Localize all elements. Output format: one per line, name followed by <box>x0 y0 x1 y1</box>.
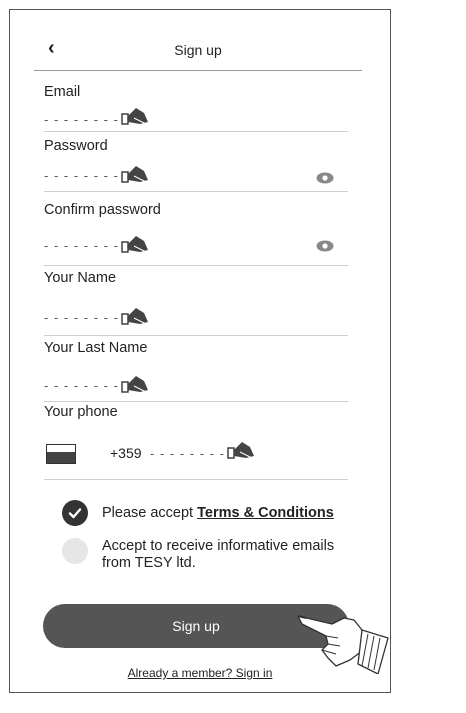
password-input[interactable]: - - - - - - - - <box>44 168 119 183</box>
pointing-hand-icon <box>297 615 389 674</box>
show-password-eye-icon[interactable] <box>316 172 334 184</box>
phone-field[interactable]: +359 - - - - - - - - <box>44 430 348 480</box>
header: ‹ Sign up <box>34 10 362 71</box>
emails-consent-text: Accept to receive informative emails fro… <box>102 538 334 572</box>
last-name-label: Your Last Name <box>44 340 148 356</box>
writing-hand-icon <box>121 376 148 393</box>
first-name-field[interactable]: Your Name - - - - - - - - <box>44 266 348 336</box>
last-name-input[interactable]: - - - - - - - - <box>44 378 119 393</box>
phone-input[interactable]: - - - - - - - - <box>150 446 225 461</box>
checkmark-icon <box>68 508 82 519</box>
terms-text: Please accept Terms & Conditions <box>102 505 334 522</box>
phone-screen: ‹ Sign up Email - - - - - - - - Password… <box>9 9 391 693</box>
password-label: Password <box>44 138 108 154</box>
writing-hand-icon <box>121 166 148 183</box>
last-name-field[interactable]: Your Last Name - - - - - - - - <box>44 336 348 402</box>
writing-hand-icon <box>227 442 254 459</box>
country-flag-icon[interactable] <box>46 444 76 464</box>
confirm-password-field[interactable]: Confirm password - - - - - - - - <box>44 192 348 266</box>
first-name-label: Your Name <box>44 270 117 286</box>
page-title: Sign up <box>174 42 222 58</box>
email-input[interactable]: - - - - - - - - <box>44 112 119 127</box>
terms-prefix: Please accept <box>102 505 198 521</box>
terms-link[interactable]: Terms & Conditions <box>197 505 334 521</box>
first-name-input[interactable]: - - - - - - - - <box>44 310 119 325</box>
password-field[interactable]: Password - - - - - - - - <box>44 132 348 192</box>
emails-checkbox[interactable] <box>62 538 88 564</box>
emails-consent-line1: Accept to receive informative emails <box>102 538 335 554</box>
writing-hand-icon <box>121 308 148 325</box>
email-field[interactable]: Email - - - - - - - - <box>44 76 348 132</box>
confirm-password-input[interactable]: - - - - - - - - <box>44 238 119 253</box>
confirm-password-label: Confirm password <box>44 202 161 218</box>
terms-checkbox[interactable] <box>62 500 88 526</box>
writing-hand-icon <box>121 108 148 125</box>
email-label: Email <box>44 84 81 100</box>
show-confirm-password-eye-icon[interactable] <box>316 240 334 252</box>
emails-consent-line2: from TESY ltd. <box>102 555 196 571</box>
phone-label: Your phone <box>44 404 118 420</box>
phone-prefix: +359 <box>110 445 142 461</box>
writing-hand-icon <box>121 236 148 253</box>
